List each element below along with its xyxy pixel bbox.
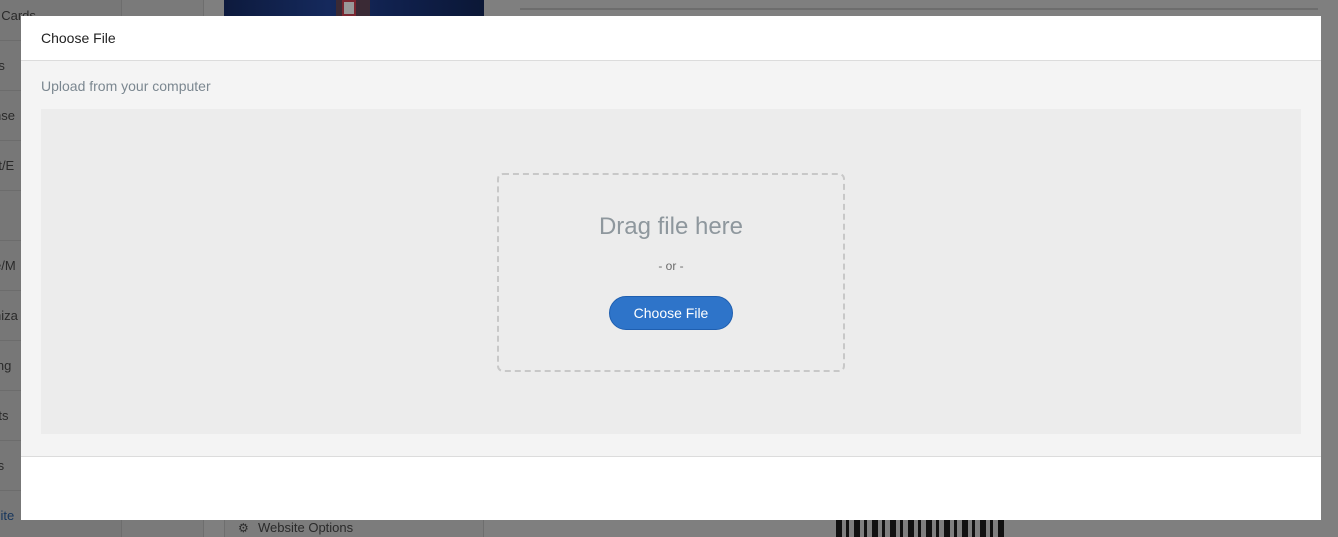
- drop-zone[interactable]: Drag file here - or - Choose File: [497, 173, 845, 372]
- modal-body: Upload from your computer Drag file here…: [21, 61, 1321, 457]
- background-divider: [520, 8, 1318, 10]
- background-thumbnail-mark: [336, 0, 370, 16]
- drop-or-separator: - or -: [658, 259, 684, 273]
- background-website-options-label: Website Options: [258, 520, 354, 535]
- background-qr-code: [836, 520, 1006, 537]
- background-website-options: ⚙ Website Options: [238, 520, 353, 535]
- upload-label: Upload from your computer: [41, 78, 211, 94]
- drop-title: Drag file here: [598, 213, 744, 240]
- gear-icon: ⚙: [238, 521, 249, 535]
- upload-area: Drag file here - or - Choose File: [41, 109, 1301, 434]
- modal-title: Choose File: [41, 30, 116, 46]
- modal-header: Choose File: [21, 16, 1321, 61]
- modal-footer: [21, 457, 1321, 520]
- choose-file-button[interactable]: Choose File: [609, 296, 733, 330]
- choose-file-modal: Choose File Upload from your computer Dr…: [21, 16, 1321, 520]
